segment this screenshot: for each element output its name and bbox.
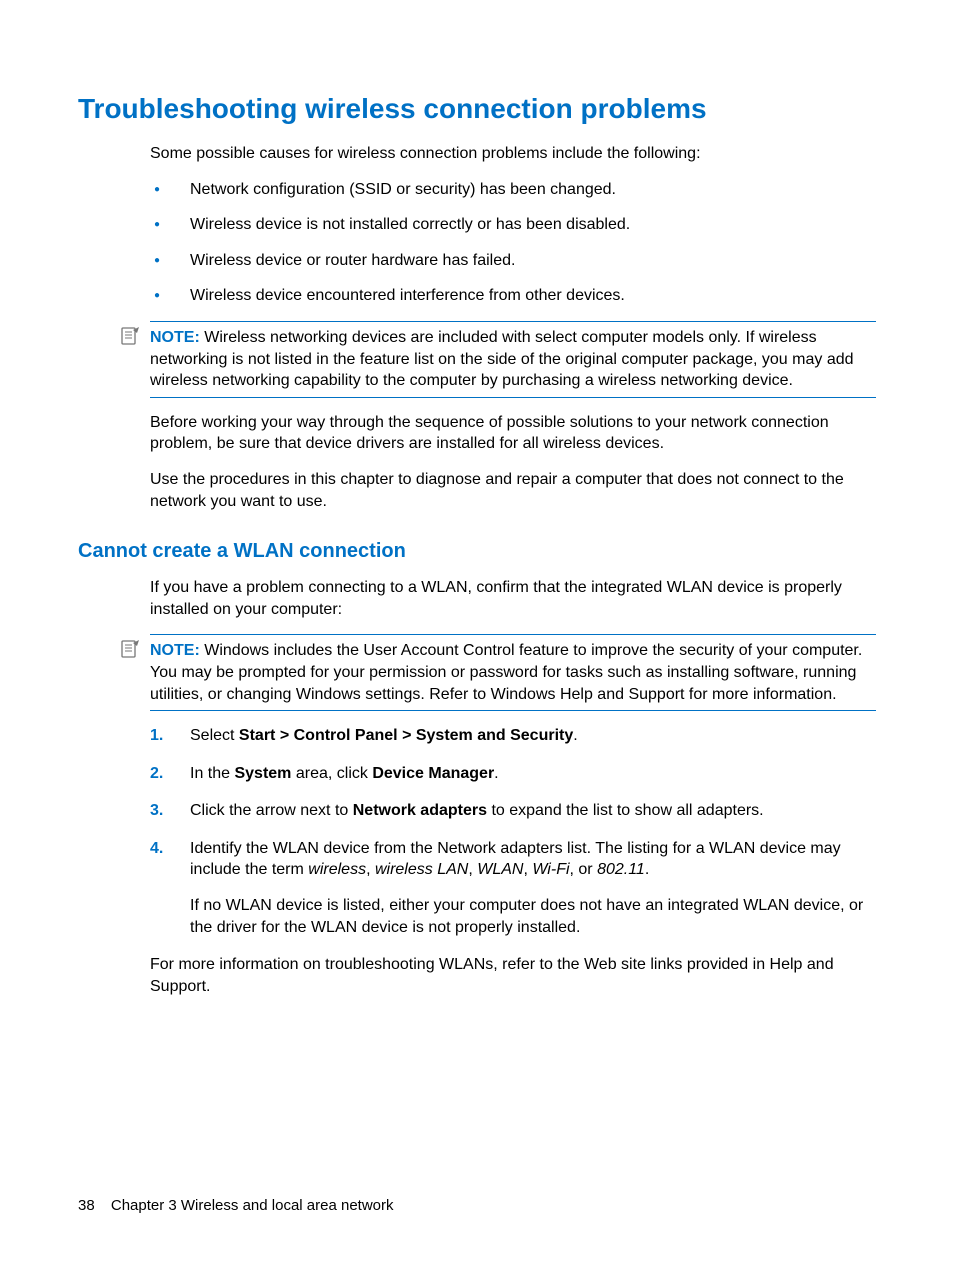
- page-footer: 38 Chapter 3 Wireless and local area net…: [78, 1197, 394, 1214]
- note-block: NOTE: Windows includes the User Account …: [120, 634, 876, 711]
- page-content: Troubleshooting wireless connection prob…: [0, 0, 954, 997]
- paragraph: Use the procedures in this chapter to di…: [150, 469, 876, 512]
- note-content: NOTE: Windows includes the User Account …: [150, 634, 876, 711]
- list-item: Network configuration (SSID or security)…: [150, 179, 876, 201]
- paragraph-block: Before working your way through the sequ…: [150, 412, 876, 512]
- intro-paragraph: Some possible causes for wireless connec…: [150, 143, 876, 165]
- step-number: 3.: [150, 800, 163, 822]
- step-number: 2.: [150, 763, 163, 785]
- paragraph: Before working your way through the sequ…: [150, 412, 876, 455]
- note-text: Windows includes the User Account Contro…: [150, 642, 862, 702]
- intro-block: Some possible causes for wireless connec…: [150, 143, 876, 307]
- step-item: 3. Click the arrow next to Network adapt…: [150, 800, 876, 822]
- step-item: 4. Identify the WLAN device from the Net…: [150, 838, 876, 938]
- step-text: Select Start > Control Panel > System an…: [190, 725, 876, 747]
- note-text: Wireless networking devices are included…: [150, 329, 854, 389]
- step-text: Click the arrow next to Network adapters…: [190, 800, 876, 822]
- wlan-intro-block: If you have a problem connecting to a WL…: [150, 577, 876, 620]
- list-item: Wireless device encountered interference…: [150, 285, 876, 307]
- steps-block: 1. Select Start > Control Panel > System…: [150, 725, 876, 997]
- step-text: If no WLAN device is listed, either your…: [190, 895, 876, 938]
- note-content: NOTE: Wireless networking devices are in…: [150, 321, 876, 398]
- step-text: In the System area, click Device Manager…: [190, 763, 876, 785]
- list-item: Wireless device or router hardware has f…: [150, 250, 876, 272]
- step-number: 4.: [150, 838, 163, 860]
- list-item: Wireless device is not installed correct…: [150, 214, 876, 236]
- note-block: NOTE: Wireless networking devices are in…: [120, 321, 876, 398]
- page-number: 38: [78, 1197, 95, 1214]
- paragraph: For more information on troubleshooting …: [150, 954, 876, 997]
- step-item: 1. Select Start > Control Panel > System…: [150, 725, 876, 747]
- paragraph: If you have a problem connecting to a WL…: [150, 577, 876, 620]
- ordered-steps: 1. Select Start > Control Panel > System…: [150, 725, 876, 938]
- chapter-label: Chapter 3 Wireless and local area networ…: [111, 1197, 394, 1214]
- step-item: 2. In the System area, click Device Mana…: [150, 763, 876, 785]
- note-icon: [120, 327, 140, 347]
- note-icon: [120, 640, 140, 660]
- note-label: NOTE:: [150, 329, 200, 346]
- heading-2: Cannot create a WLAN connection: [78, 540, 876, 563]
- note-label: NOTE:: [150, 642, 200, 659]
- step-text: Identify the WLAN device from the Networ…: [190, 838, 876, 881]
- heading-1: Troubleshooting wireless connection prob…: [78, 93, 876, 125]
- step-number: 1.: [150, 725, 163, 747]
- causes-list: Network configuration (SSID or security)…: [150, 179, 876, 307]
